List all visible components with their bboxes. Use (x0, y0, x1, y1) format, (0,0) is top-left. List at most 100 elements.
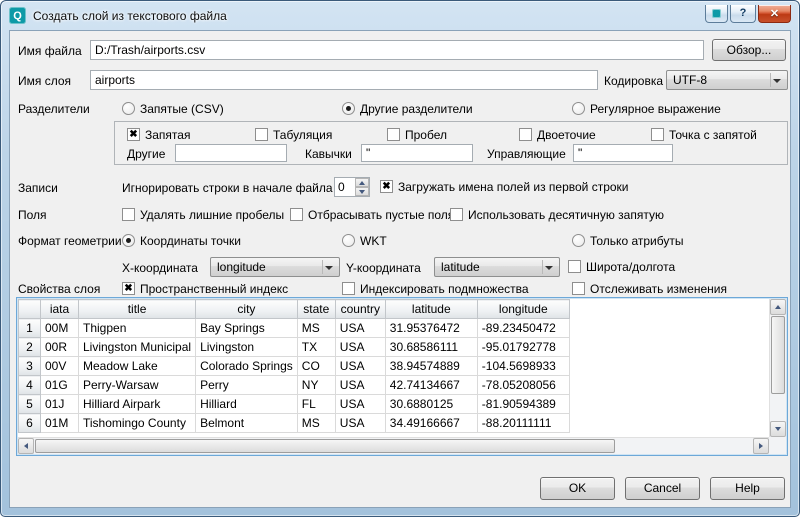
other-delimiter-input[interactable] (175, 144, 287, 162)
checkbox-tab[interactable]: Табуляция (255, 127, 332, 142)
cell: USA (335, 395, 385, 414)
checkbox-lat-lon-dms[interactable]: Широта/долгота (568, 259, 675, 274)
cell: -89.23450472 (477, 319, 569, 338)
radio-dot (572, 102, 585, 115)
scroll-up-button[interactable] (770, 299, 786, 315)
spinner-down-button[interactable] (355, 187, 369, 196)
checkbox-semicolon[interactable]: Точка с запятой (651, 127, 757, 142)
cell: -95.01792778 (477, 338, 569, 357)
horizontal-scrollbar[interactable] (18, 437, 769, 454)
help-button[interactable]: Help (710, 477, 785, 500)
row-number: 2 (19, 338, 41, 357)
table-row[interactable]: 3 00V Meadow Lake Colorado Springs CO US… (19, 357, 570, 376)
caption-buttons: ? ✕ (705, 5, 791, 23)
cell: USA (335, 357, 385, 376)
window-close-button[interactable]: ✕ (758, 5, 791, 23)
corner-header[interactable] (19, 300, 41, 319)
cell: 30.6880125 (385, 395, 477, 414)
checkbox-field-names-first-row[interactable]: Загружать имена полей из первой строки (380, 179, 629, 194)
checkbox-box (572, 282, 585, 295)
col-header-title[interactable]: title (79, 300, 196, 319)
quote-input[interactable] (361, 144, 473, 162)
table-row[interactable]: 4 01G Perry-Warsaw Perry NY USA 42.74134… (19, 376, 570, 395)
scroll-right-button[interactable] (753, 438, 769, 454)
checkbox-trim-spaces[interactable]: Удалять лишние пробелы (122, 207, 284, 222)
vertical-scroll-thumb[interactable] (771, 316, 785, 394)
ok-button[interactable]: OK (540, 477, 615, 500)
window-help-button[interactable]: ? (730, 5, 756, 23)
row-number: 5 (19, 395, 41, 414)
table-row[interactable]: 2 00R Livingston Municipal Livingston TX… (19, 338, 570, 357)
checkbox-label: Использовать десятичную запятую (468, 208, 664, 222)
window-menu-button[interactable] (705, 5, 728, 23)
down-arrow-icon (359, 190, 365, 194)
radio-point-coordinates[interactable]: Координаты точки (122, 233, 241, 248)
title-bar[interactable]: Q Создать слой из текстового файла ? ✕ (1, 1, 799, 30)
checkbox-subset-index[interactable]: Индексировать подмножества (342, 281, 529, 296)
col-header-iata[interactable]: iata (41, 300, 79, 319)
checkbox-box (519, 128, 532, 141)
horizontal-scroll-thumb[interactable] (35, 439, 615, 453)
radio-wkt[interactable]: WKT (342, 233, 387, 248)
encoding-select[interactable]: UTF-8 (666, 70, 788, 90)
skip-lines-spinner[interactable] (334, 177, 370, 197)
preview-table-frame: iata title city state country latitude l… (16, 297, 788, 456)
table-row[interactable]: 5 01J Hilliard Airpark Hilliard FL USA 3… (19, 395, 570, 414)
checkbox-label: Точка с запятой (669, 128, 757, 142)
checkbox-spatial-index[interactable]: Пространственный индекс (122, 281, 288, 296)
checkbox-label: Табуляция (273, 128, 332, 142)
skip-lines-input[interactable] (335, 178, 355, 196)
checkbox-comma[interactable]: Запятая (127, 127, 190, 142)
row-number: 1 (19, 319, 41, 338)
col-header-country[interactable]: country (335, 300, 385, 319)
checkbox-box (387, 128, 400, 141)
checkbox-label: Пробел (405, 128, 447, 142)
row-number: 4 (19, 376, 41, 395)
checkbox-watch-file[interactable]: Отслеживать изменения (572, 281, 727, 296)
radio-label: WKT (360, 234, 387, 248)
checkbox-box (342, 282, 355, 295)
checkbox-box (568, 260, 581, 273)
checkbox-label: Отбрасывать пустые поля (308, 208, 454, 222)
qgis-small-icon (712, 9, 721, 18)
delimiters-label: Разделители (18, 102, 90, 116)
checkbox-label: Индексировать подмножества (360, 282, 529, 296)
vertical-scrollbar[interactable] (769, 299, 786, 437)
scroll-left-button[interactable] (18, 438, 34, 454)
spinner-up-button[interactable] (355, 178, 369, 187)
checkbox-label: Широта/долгота (586, 260, 675, 274)
escape-input[interactable] (573, 144, 673, 162)
checkbox-space[interactable]: Пробел (387, 127, 447, 142)
table-row[interactable]: 6 01M Tishomingo County Belmont MS USA 3… (19, 414, 570, 433)
radio-dot (122, 234, 135, 247)
cell: 42.74134667 (385, 376, 477, 395)
layer-name-input[interactable] (90, 70, 598, 90)
cell: Perry-Warsaw (79, 376, 196, 395)
cancel-button[interactable]: Cancel (625, 477, 700, 500)
cell: USA (335, 414, 385, 433)
cell: 34.49166667 (385, 414, 477, 433)
cell: Hilliard Airpark (79, 395, 196, 414)
checkbox-decimal-comma[interactable]: Использовать десятичную запятую (450, 207, 664, 222)
file-path-input[interactable] (90, 40, 704, 60)
checkbox-discard-empty[interactable]: Отбрасывать пустые поля (290, 207, 454, 222)
col-header-state[interactable]: state (297, 300, 335, 319)
col-header-longitude[interactable]: longitude (477, 300, 569, 319)
cell: 01J (41, 395, 79, 414)
checkbox-box (380, 180, 393, 193)
radio-csv[interactable]: Запятые (CSV) (122, 101, 224, 116)
col-header-city[interactable]: city (196, 300, 298, 319)
y-field-select[interactable]: latitude (434, 257, 560, 277)
x-field-select[interactable]: longitude (210, 257, 340, 277)
col-header-latitude[interactable]: latitude (385, 300, 477, 319)
radio-regexp[interactable]: Регулярное выражение (572, 101, 721, 116)
scroll-down-button[interactable] (770, 421, 786, 437)
layer-name-label: Имя слоя (18, 74, 71, 88)
browse-button[interactable]: Обзор... (712, 39, 786, 61)
radio-attributes-only[interactable]: Только атрибуты (572, 233, 683, 248)
table-row[interactable]: 1 00M Thigpen Bay Springs MS USA 31.9537… (19, 319, 570, 338)
checkbox-colon[interactable]: Двоеточие (519, 127, 596, 142)
layer-settings-label: Свойства слоя (18, 282, 100, 296)
radio-custom-delimiters[interactable]: Другие разделители (342, 101, 473, 116)
delimiter-groupbox: Запятая Табуляция Пробел Двоеточие Точка… (114, 121, 788, 165)
